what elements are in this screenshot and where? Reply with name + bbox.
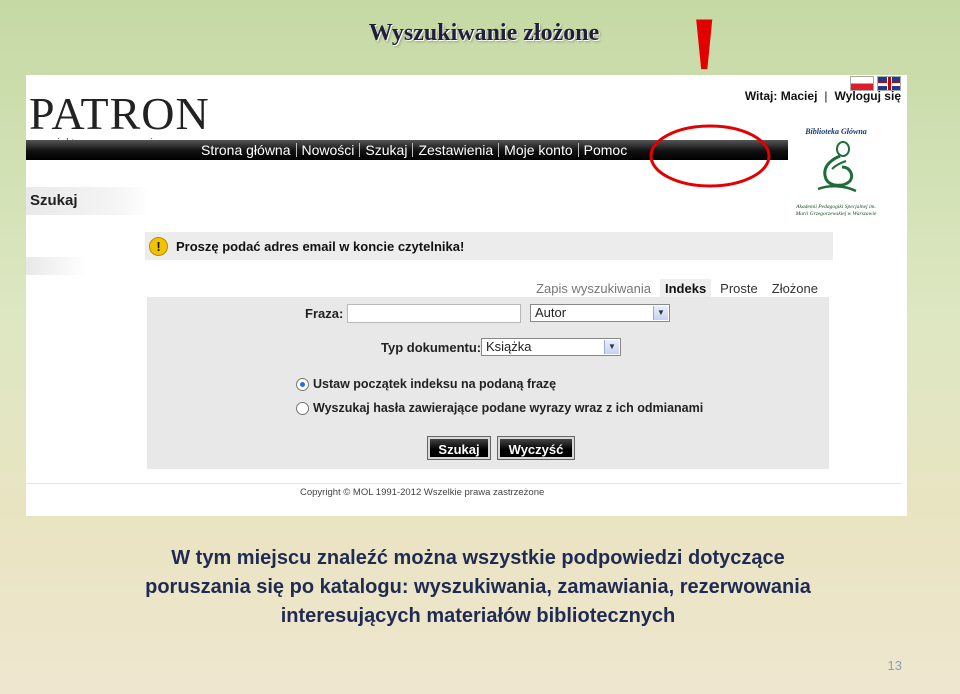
page-number: 13 (887, 658, 902, 673)
search-tabs: Zapis wyszukiwania Indeks Proste Złożone (531, 279, 823, 298)
tab-simple[interactable]: Proste (715, 279, 763, 298)
nav-item-help[interactable]: Pomoc (579, 143, 633, 157)
nav-item-home[interactable]: Strona główna (196, 143, 297, 157)
catalog-screenshot: PATRON zaprojektowany z precyzją Witaj: … (26, 75, 907, 516)
radio-index-start-label: Ustaw początek indeksu na podaną frazę (313, 377, 557, 391)
tab-index[interactable]: Indeks (659, 279, 712, 298)
library-name: Biblioteka Główna (805, 127, 867, 136)
slide-caption: W tym miejscu znaleźć można wszystkie po… (48, 544, 908, 631)
clear-button[interactable]: Wyczyść (497, 436, 575, 460)
tab-advanced[interactable]: Złożone (767, 279, 823, 298)
greeting: Witaj: Maciej (744, 89, 818, 103)
nav-item-account[interactable]: Moje konto (499, 143, 579, 157)
doctype-label: Typ dokumentu: (381, 340, 482, 355)
search-form: Fraza: Autor ▼ Typ dokumentu: Książka ▼ … (147, 297, 829, 469)
doctype-select[interactable]: Książka ▼ (481, 338, 621, 356)
slide-title: Wyszukiwanie złożone (368, 20, 600, 46)
caption-line-2: poruszania się po katalogu: wyszukiwania… (145, 576, 811, 598)
radio-word-forms[interactable]: Wyszukaj hasła zawierające podane wyrazy… (296, 401, 703, 415)
search-button[interactable]: Szukaj (427, 436, 491, 460)
library-logo: Biblioteka Główna Akademii Pedagogiki Sp… (792, 127, 880, 233)
chevron-down-icon: ▼ (653, 306, 668, 320)
library-caption: Akademii Pedagogiki Specjalnej im. Marii… (795, 204, 877, 217)
radio-unchecked-icon[interactable] (296, 401, 309, 415)
phrase-label: Fraza: (305, 306, 344, 321)
caption-line-3: interesujących materiałów bibliotecznych (280, 605, 676, 627)
field-select[interactable]: Autor ▼ (530, 304, 670, 322)
field-select-value: Autor (535, 305, 567, 320)
user-bar: Witaj: Maciej | Wyloguj się (744, 89, 901, 103)
chevron-down-icon: ▼ (604, 340, 619, 354)
radio-word-forms-label: Wyszukaj hasła zawierające podane wyrazy… (313, 401, 704, 415)
radio-checked-icon[interactable] (296, 377, 309, 391)
caption-line-1: W tym miejscu znaleźć można wszystkie po… (171, 547, 785, 569)
tab-saved-search[interactable]: Zapis wyszukiwania (531, 279, 656, 298)
nav-item-new[interactable]: Nowości (297, 143, 361, 157)
library-emblem-icon (817, 141, 857, 193)
phrase-input[interactable] (347, 304, 521, 323)
footer-divider (26, 483, 902, 484)
doctype-select-value: Książka (486, 339, 532, 354)
logout-link[interactable]: Wyloguj się (835, 89, 901, 103)
copyright: Copyright © MOL 1991-2012 Wszelkie prawa… (300, 487, 545, 498)
radio-index-start[interactable]: Ustaw początek indeksu na podaną frazę (296, 377, 556, 391)
patron-logo: PATRON (29, 88, 210, 139)
email-warning: ! Proszę podać adres email w koncie czyt… (145, 232, 833, 260)
warning-icon: ! (149, 236, 168, 256)
nav-item-search[interactable]: Szukaj (360, 143, 414, 157)
main-navbar: Strona główna Nowości Szukaj Zestawienia… (26, 140, 788, 160)
warning-text: Proszę podać adres email w koncie czytel… (176, 238, 465, 254)
nav-item-lists[interactable]: Zestawienia (413, 143, 500, 157)
section-label: Szukaj (26, 187, 150, 215)
side-strip (26, 257, 86, 275)
